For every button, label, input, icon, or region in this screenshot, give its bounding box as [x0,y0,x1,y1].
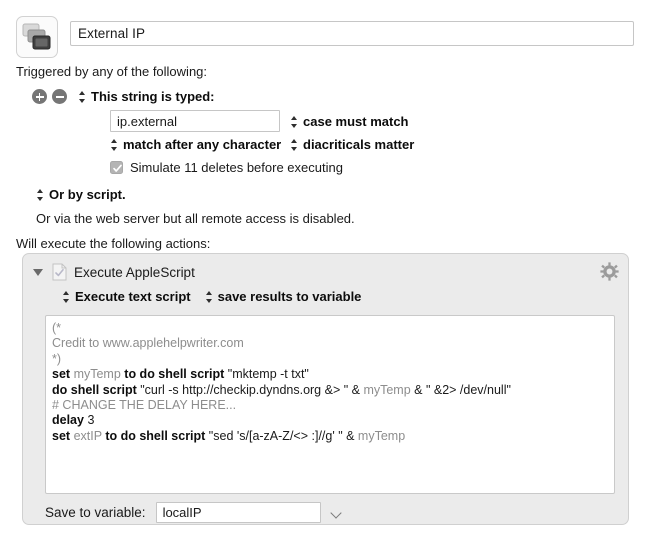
script-line: Credit to www.applehelpwriter.com [52,336,608,351]
save-to-variable-value: localIP [162,505,202,520]
disclosure-triangle-icon[interactable] [33,268,43,276]
trigger-row-controls: This string is typed: [32,89,215,104]
script-token: 3 [83,413,95,428]
trigger-type-label: This string is typed: [91,89,215,104]
script-token: Credit to www.applehelpwriter.com [52,336,244,351]
remove-trigger-button[interactable] [52,89,67,104]
macro-windows-icon [17,17,57,57]
script-line: *) [52,352,608,367]
typed-string-value: ip.external [117,113,177,129]
web-server-note: Or via the web server but all remote acc… [36,211,355,226]
results-destination-popup[interactable]: save results to variable [205,289,362,304]
script-token: & " &2> /dev/null" [410,382,511,397]
script-token: extIP [73,428,102,443]
match-option-label: match after any character [123,137,282,152]
chevron-updown-icon [78,90,87,104]
case-option-popup[interactable]: case must match [290,114,409,129]
macro-header: External IP [16,16,634,58]
action-header[interactable]: Execute AppleScript [33,263,195,281]
script-token: myTemp [363,382,411,397]
simulate-deletes-checkbox[interactable] [110,161,123,174]
script-token: "mktemp -t txt" [224,367,309,382]
script-token: myTemp [73,367,121,382]
script-token: myTemp [357,428,406,443]
script-line: (* [52,321,608,336]
macro-icon-button[interactable] [16,16,58,58]
macro-title-input[interactable]: External IP [70,21,634,46]
script-kind-label: Execute text script [75,289,191,304]
action-panel: Execute AppleScript Execute text script [22,253,629,525]
script-line: set extIP to do shell script "sed 's/[a-… [52,429,608,444]
action-options-row: Execute text script save results to vari… [62,289,361,304]
script-kind-popup[interactable]: Execute text script [62,289,191,304]
script-token: (* [52,321,62,335]
chevron-updown-icon [205,290,214,304]
results-destination-label: save results to variable [217,289,362,304]
save-to-variable-label: Save to variable: [45,505,146,520]
script-token: do shell script [52,382,137,397]
gear-icon[interactable] [600,262,619,284]
or-by-script-popup[interactable]: Or by script. [36,187,126,202]
script-token: delay [52,413,84,428]
script-token: to do shell script [105,428,206,443]
typed-string-input[interactable]: ip.external [110,110,280,132]
script-line: delay 3 [52,413,608,428]
script-token: to do shell script [124,367,225,382]
applescript-document-icon [52,263,67,281]
chevron-updown-icon [290,138,299,152]
script-token: set [52,428,71,443]
actions-section-label: Will execute the following actions: [16,236,211,251]
script-line: # CHANGE THE DELAY HERE... [52,398,608,413]
chevron-updown-icon [62,290,71,304]
add-trigger-button[interactable] [32,89,47,104]
checkmark-icon [113,164,122,172]
chevron-updown-icon [110,138,119,152]
simulate-deletes-label: Simulate 11 deletes before executing [130,160,343,175]
diacriticals-option-popup[interactable]: diacriticals matter [290,137,414,152]
triggers-section-label: Triggered by any of the following: [16,64,208,79]
script-editor[interactable]: (* Credit to www.applehelpwriter.com *) set… [45,315,615,494]
diacriticals-option-label: diacriticals matter [303,137,415,152]
action-title: Execute AppleScript [74,264,195,280]
chevron-updown-icon [290,115,299,129]
chevron-down-icon[interactable] [330,506,343,519]
chevron-updown-icon [36,188,45,202]
script-token: "curl -s http://checkip.dyndns.org &> " … [136,382,364,397]
save-to-variable-row: Save to variable: localIP [45,502,343,523]
script-token: "sed 's/[a-zA-Z/<> :]//g' " & [205,428,358,443]
save-to-variable-input[interactable]: localIP [155,502,321,523]
trigger-type-popup[interactable]: This string is typed: [78,89,215,104]
macro-title-value: External IP [78,26,146,41]
or-by-script-label: Or by script. [49,187,126,202]
match-option-popup[interactable]: match after any character [110,137,281,152]
script-token: # CHANGE THE DELAY HERE... [52,398,237,413]
script-token: set [52,367,71,382]
script-line: do shell script "curl -s http://checkip.… [52,383,608,398]
simulate-deletes-checkbox-row[interactable]: Simulate 11 deletes before executing [110,160,343,175]
case-option-label: case must match [303,114,409,129]
script-token: *) [52,351,62,366]
script-line: set myTemp to do shell script "mktemp -t… [52,367,608,382]
